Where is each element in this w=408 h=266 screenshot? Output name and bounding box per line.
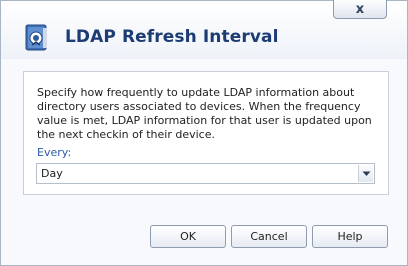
ok-button-label: OK <box>180 230 196 243</box>
settings-panel: Specify how frequently to update LDAP in… <box>23 71 389 195</box>
ldap-refresh-dialog: x LDAP Refresh Interval Specify how freq… <box>0 0 408 266</box>
description-text: Specify how frequently to update LDAP in… <box>37 86 372 141</box>
close-icon: x <box>355 1 365 17</box>
frequency-select[interactable]: Day <box>36 163 375 184</box>
cancel-button[interactable]: Cancel <box>231 225 307 248</box>
dialog-title: LDAP Refresh Interval <box>65 27 279 47</box>
frequency-selected-value: Day <box>41 167 63 180</box>
ldap-directory-icon <box>23 24 51 52</box>
chevron-down-icon[interactable] <box>358 165 373 182</box>
help-button-label: Help <box>337 230 363 243</box>
cancel-button-label: Cancel <box>250 230 288 243</box>
dialog-titlebar: x LDAP Refresh Interval <box>1 0 407 59</box>
ok-button[interactable]: OK <box>150 225 226 248</box>
frequency-label: Every: <box>37 146 72 159</box>
help-button[interactable]: Help <box>312 225 388 248</box>
close-button[interactable]: x <box>333 0 387 19</box>
